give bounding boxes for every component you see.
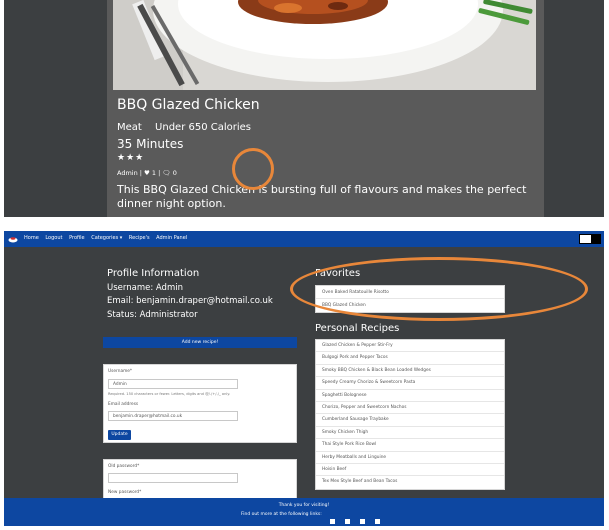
old-password-input[interactable] — [108, 473, 238, 483]
recipe-list-item[interactable]: Hoisin Beef — [316, 464, 504, 477]
footer-thanks: Thank you for visiting! — [278, 503, 330, 508]
new-password-label: New password* — [108, 490, 142, 495]
email-input[interactable]: benjamin.draper@hotmail.co.uk — [108, 411, 238, 421]
recipe-card-screenshot: BBQ Glazed Chicken Meat Under 650 Calori… — [4, 0, 604, 217]
recipe-list-item[interactable]: Bulgogi Pork and Pepper Tacos — [316, 352, 504, 365]
recipe-list-item[interactable]: Glazed Chicken & Pepper Stir-Fry — [316, 340, 504, 353]
footer-links-text: Find out more at the following links: — [241, 512, 322, 517]
recipe-category: Meat — [117, 122, 142, 133]
recipe-time: 35 Minutes — [117, 137, 184, 151]
personal-recipes-heading: Personal Recipes — [315, 323, 400, 334]
recipe-description: This BBQ Glazed Chicken is bursting full… — [117, 183, 527, 210]
annotation-circle — [290, 257, 588, 321]
email-label: Email address — [108, 402, 139, 407]
recipe-title[interactable]: BBQ Glazed Chicken — [117, 97, 260, 113]
recipe-list-item[interactable]: Speedy Creamy Chorizo & Sweetcorn Pasta — [316, 377, 504, 390]
recipe-list-item[interactable]: Tex Mex Style Beef and Bean Tacos — [316, 476, 504, 488]
recipe-list-item[interactable]: Chorizo, Pepper and Sweetcorn Nachos — [316, 402, 504, 415]
recipe-list-item[interactable]: Herby Meatballs and Linguine — [316, 452, 504, 464]
recipe-list-item[interactable]: Thai Style Pork Rice Bowl — [316, 439, 504, 452]
footer: Thank you for visiting! Find out more at… — [4, 498, 604, 526]
nav-links: Home Logout Profile Categories ▾ Recipe'… — [24, 235, 192, 241]
profile-status: Status: Administrator — [107, 310, 198, 320]
personal-recipes-list: Glazed Chicken & Pepper Stir-Fry Bulgogi… — [315, 339, 505, 490]
theme-toggle[interactable] — [579, 234, 601, 244]
nav-categories-dropdown[interactable]: Categories ▾ — [91, 235, 122, 241]
user-update-form: Username* Admin Required. 150 characters… — [103, 364, 297, 443]
toggle-knob — [591, 235, 601, 243]
facebook-icon[interactable] — [330, 519, 335, 524]
github-icon[interactable] — [345, 519, 351, 524]
profile-username: Username: Admin — [107, 283, 183, 293]
recipe-categories: Meat Under 650 Calories — [117, 122, 261, 133]
username-input[interactable]: Admin — [108, 379, 238, 389]
nav-logout[interactable]: Logout — [45, 235, 62, 241]
username-help-text: Required. 150 characters or fewer. Lette… — [108, 392, 231, 396]
linkedin-icon[interactable] — [360, 519, 366, 524]
update-button[interactable]: Update — [108, 430, 131, 440]
email-icon[interactable] — [375, 519, 381, 524]
recipe-image — [113, 0, 536, 90]
recipe-list-item[interactable]: Smoky Chicken Thigh — [316, 427, 504, 440]
username-label: Username* — [108, 369, 133, 374]
annotation-circle — [232, 148, 274, 190]
social-links — [330, 511, 385, 526]
recipe-list-item[interactable]: Smoky BBQ Chicken & Black Bean Loaded We… — [316, 365, 504, 378]
profile-heading: Profile Information — [107, 268, 200, 279]
nav-recipes[interactable]: Recipe's — [129, 235, 150, 241]
recipe-calories: Under 650 Calories — [155, 122, 252, 133]
nav-admin-panel[interactable]: Admin Panel — [156, 235, 187, 241]
recipe-list-item[interactable]: Spaghetti Bolognese — [316, 390, 504, 402]
rating-stars: ★★★ — [117, 153, 145, 163]
nav-profile[interactable]: Profile — [69, 235, 85, 241]
recipe-card[interactable]: BBQ Glazed Chicken Meat Under 650 Calori… — [107, 0, 544, 217]
navbar: Home Logout Profile Categories ▾ Recipe'… — [4, 231, 604, 247]
brand-logo-icon[interactable] — [8, 234, 18, 244]
add-recipe-button[interactable]: Add new recipe! — [103, 337, 297, 348]
nav-home[interactable]: Home — [24, 235, 39, 241]
profile-page-screenshot: Home Logout Profile Categories ▾ Recipe'… — [4, 231, 604, 526]
old-password-label: Old password* — [108, 464, 140, 469]
recipe-list-item[interactable]: Cumberland Sausage Traybake — [316, 414, 504, 427]
recipe-meta-likes-comments[interactable]: Admin | ♥ 1 | 🗨 0 — [117, 169, 177, 177]
profile-email: Email: benjamin.draper@hotmail.co.uk — [107, 296, 273, 306]
